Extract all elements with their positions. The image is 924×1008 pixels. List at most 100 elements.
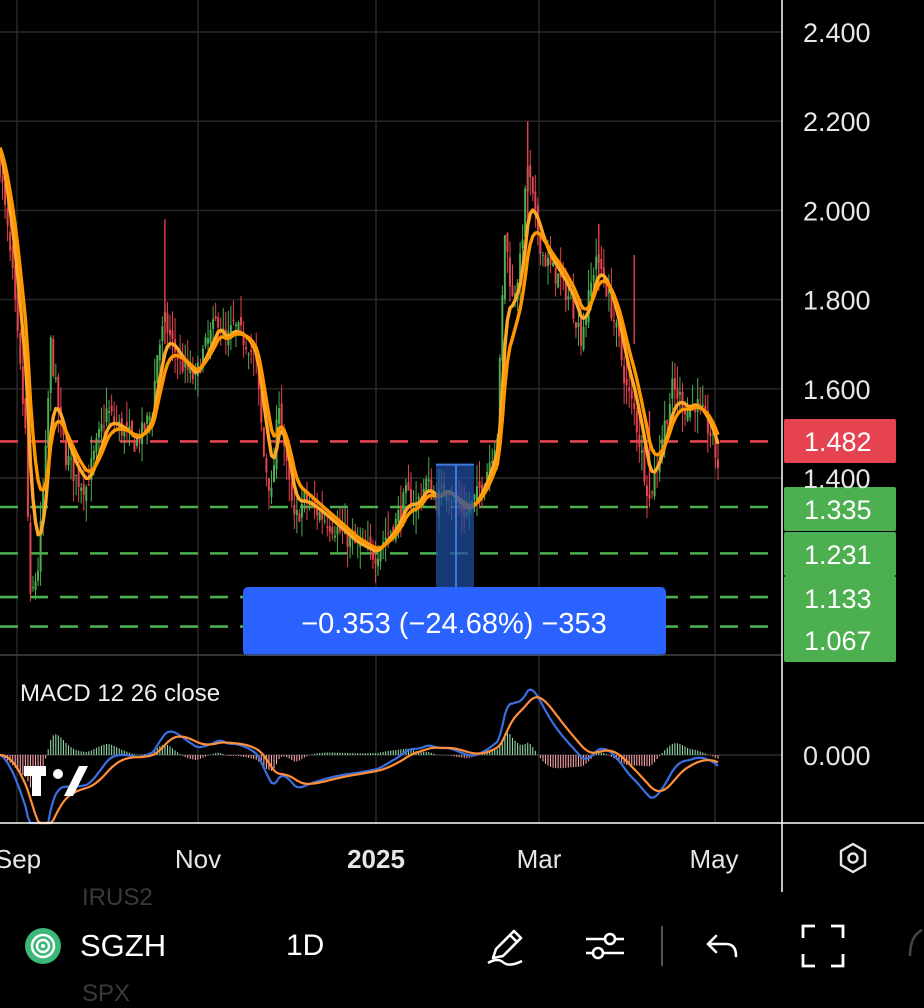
candle-body xyxy=(229,325,232,333)
candle-body xyxy=(645,485,648,497)
candle-body xyxy=(615,322,618,328)
price-level-tag-label: 1.231 xyxy=(804,540,872,570)
candle-body xyxy=(605,284,608,297)
candle-body xyxy=(143,423,146,431)
symbol-selector[interactable]: SGZH xyxy=(24,892,166,1000)
candle-body xyxy=(158,344,161,361)
candle-body xyxy=(9,231,12,251)
candle-body xyxy=(85,486,88,501)
candle-body xyxy=(427,479,430,482)
candle-body xyxy=(666,420,669,424)
candle-body xyxy=(318,512,321,521)
candle-body xyxy=(293,505,296,515)
measure-label: −0.353 (−24.68%) −353 xyxy=(301,608,607,640)
candle-body xyxy=(547,257,550,266)
candle-body xyxy=(214,316,217,319)
candle-body xyxy=(404,485,407,493)
candle-body xyxy=(204,337,207,347)
macd-line xyxy=(0,688,719,825)
candle-body xyxy=(161,326,164,342)
candle-body xyxy=(671,378,674,399)
price-tick-label: 1.600 xyxy=(803,375,871,405)
bottom-toolbar: IRUS2 SPX SGZH 1D xyxy=(0,884,924,1007)
time-tick-label: Sep xyxy=(0,844,41,874)
candle-body xyxy=(534,191,537,210)
macd-zero-label: 0.000 xyxy=(803,741,871,771)
candle-body xyxy=(217,317,220,328)
candles xyxy=(0,121,719,602)
hexagon-settings-icon[interactable] xyxy=(839,842,867,874)
candle-body xyxy=(37,570,40,581)
price-tick-label: 1.400 xyxy=(803,464,871,494)
candle-body xyxy=(612,319,615,322)
candle-body xyxy=(105,408,108,422)
candle-body xyxy=(77,468,80,488)
candle-body xyxy=(97,429,100,438)
candle-body xyxy=(709,432,712,437)
more-icon[interactable] xyxy=(906,892,924,1000)
candle-body xyxy=(653,470,656,497)
candle-body xyxy=(95,438,98,453)
candle-body xyxy=(113,416,116,423)
candle-body xyxy=(643,447,646,482)
price-tick-label: 2.200 xyxy=(803,107,871,137)
candle-body xyxy=(503,235,506,300)
candle-body xyxy=(54,377,57,380)
candle-body xyxy=(31,587,34,589)
candle-body xyxy=(541,255,544,257)
candle-body xyxy=(625,378,628,386)
time-tick-label: May xyxy=(689,844,738,874)
candle-body xyxy=(567,296,570,300)
candle-body xyxy=(267,478,270,491)
candle-body xyxy=(240,317,243,326)
candle-body xyxy=(686,412,689,421)
candle-body xyxy=(262,427,265,456)
candle-body xyxy=(1,176,4,183)
candle-body xyxy=(590,282,593,297)
candle-body xyxy=(506,233,509,253)
undo-arrow-icon[interactable] xyxy=(704,892,740,1000)
interval-button[interactable]: 1D xyxy=(286,892,324,1000)
candle-body xyxy=(19,332,22,364)
green-swirl-logo-icon xyxy=(24,927,62,965)
price-level-tag-label: 1.482 xyxy=(804,427,872,457)
candle-body xyxy=(407,482,410,491)
candle-body xyxy=(678,392,681,395)
candle-body xyxy=(72,458,75,481)
candle-body xyxy=(181,360,184,372)
candle-body xyxy=(92,450,95,460)
candle-body xyxy=(148,416,151,421)
candle-body xyxy=(21,366,24,404)
candle-body xyxy=(640,450,643,453)
chart-area[interactable]: 1.482 1.335 1.231 1.133 1.067 −0.353 (−24.68… xyxy=(0,0,924,892)
candle-body xyxy=(630,390,633,399)
candle-body xyxy=(6,208,9,226)
candle-body xyxy=(577,322,580,327)
candle-body xyxy=(34,581,37,591)
price-tick-label: 2.400 xyxy=(803,18,871,48)
candle-body xyxy=(387,533,390,535)
candle-body xyxy=(212,319,215,330)
candle-body xyxy=(49,337,52,393)
candle-body xyxy=(582,326,585,350)
candle-body xyxy=(595,256,598,270)
candle-body xyxy=(389,531,392,533)
candle-body xyxy=(0,160,1,177)
price-level-tag-label: 1.067 xyxy=(804,626,872,656)
pencil-icon[interactable] xyxy=(484,892,526,1000)
candle-body xyxy=(70,458,73,460)
candle-body xyxy=(633,402,636,410)
sliders-icon[interactable] xyxy=(584,892,626,1000)
fullscreen-icon[interactable] xyxy=(801,892,845,1000)
candle-body xyxy=(676,387,679,399)
candle-body xyxy=(333,535,336,538)
candle-body xyxy=(635,410,638,433)
candle-body xyxy=(29,522,32,594)
price-tick-label: 1.800 xyxy=(803,286,871,316)
candle-body xyxy=(290,482,293,501)
candle-body xyxy=(377,558,380,567)
candle-body xyxy=(166,312,169,333)
macd-pane xyxy=(0,688,719,825)
candle-body xyxy=(171,330,174,340)
candle-body xyxy=(57,376,60,413)
